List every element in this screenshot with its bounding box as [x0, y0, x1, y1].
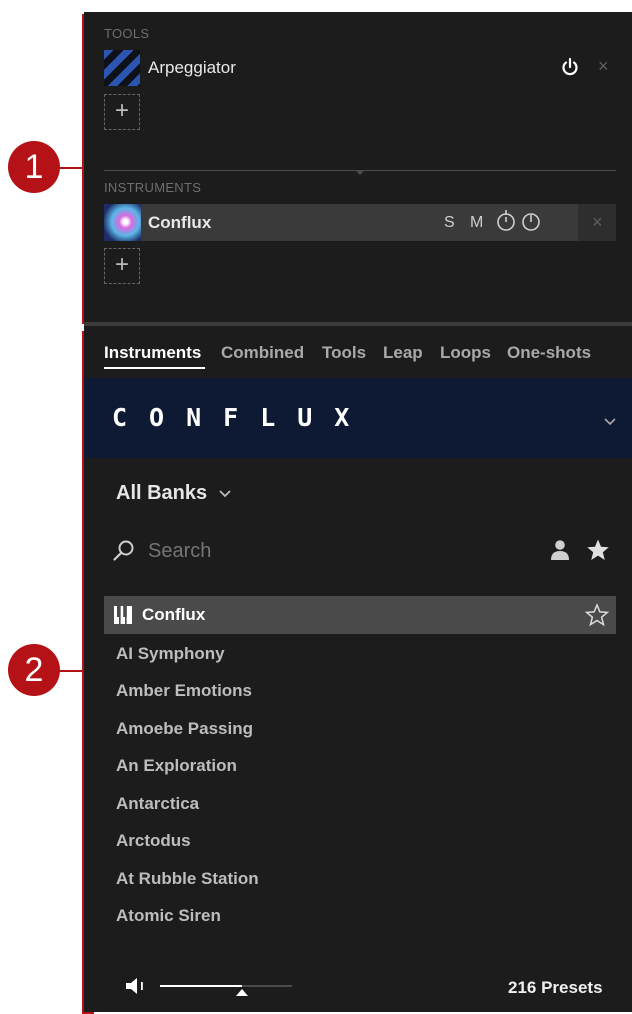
callout-2: 2: [8, 644, 60, 696]
divider-notch: [355, 170, 365, 175]
plugin-panel: TOOLS Arpeggiator × + INSTRUMENTS Conflu…: [84, 12, 632, 1012]
preset-item[interactable]: An Exploration: [116, 756, 237, 776]
volume-slider[interactable]: [160, 978, 292, 996]
power-icon[interactable]: [560, 57, 580, 77]
star-outline-icon[interactable]: [584, 603, 610, 627]
preset-item[interactable]: Amoebe Passing: [116, 719, 253, 739]
speaker-icon[interactable]: [126, 977, 150, 995]
preset-item[interactable]: Antarctica: [116, 794, 199, 814]
callout-line-1: [56, 167, 84, 169]
preset-item[interactable]: AI Symphony: [116, 644, 225, 664]
instrument-slot-name: Conflux: [148, 213, 212, 232]
user-filter-icon[interactable]: [550, 539, 570, 561]
chevron-down-icon[interactable]: [603, 414, 617, 432]
search-input[interactable]: [148, 536, 508, 566]
tab-tools[interactable]: Tools: [322, 343, 366, 363]
tab-loops[interactable]: Loops: [440, 343, 491, 363]
banner-title: CONFLUX: [112, 403, 372, 432]
mute-button[interactable]: M: [470, 214, 483, 232]
add-tool-button[interactable]: +: [104, 94, 140, 130]
preset-item[interactable]: Atomic Siren: [116, 906, 221, 926]
volume-fill: [160, 985, 242, 987]
banks-chevron-icon: [218, 486, 232, 504]
tab-active-underline: [104, 367, 205, 369]
instruments-section-label: INSTRUMENTS: [104, 180, 202, 195]
solo-button[interactable]: S: [444, 214, 455, 232]
preset-row-selected[interactable]: Conflux: [104, 596, 616, 634]
tab-leap[interactable]: Leap: [383, 343, 423, 363]
tab-combined[interactable]: Combined: [221, 343, 304, 363]
preset-item[interactable]: At Rubble Station: [116, 869, 259, 889]
instrument-close-button[interactable]: ×: [578, 204, 616, 241]
search-icon: [112, 539, 136, 563]
banks-dropdown-label: All Banks: [116, 482, 208, 504]
tools-section-label: TOOLS: [104, 26, 150, 41]
conflux-thumbnail-icon: [104, 204, 141, 241]
tab-one-shots[interactable]: One-shots: [507, 343, 591, 363]
callout-1: 1: [8, 141, 60, 193]
preset-item[interactable]: Amber Emotions: [116, 681, 252, 701]
callout-line-2: [56, 670, 84, 672]
tool-slot-arpeggiator[interactable]: Arpeggiator ×: [104, 50, 616, 86]
volume-thumb-icon[interactable]: [235, 989, 248, 996]
add-instrument-button[interactable]: +: [104, 248, 140, 284]
favorites-filter-icon[interactable]: [586, 538, 610, 562]
tool-close-button[interactable]: ×: [598, 56, 609, 77]
preset-item[interactable]: Arctodus: [116, 831, 191, 851]
preset-count: 216 Presets: [508, 978, 603, 997]
instrument-slot-conflux[interactable]: Conflux S M: [104, 204, 578, 241]
piano-keys-icon: [114, 606, 132, 624]
arpeggiator-thumbnail-icon: [104, 50, 140, 86]
banks-dropdown[interactable]: All Banks: [116, 482, 232, 506]
tool-slot-name: Arpeggiator: [148, 58, 236, 77]
tempo-sync-icon[interactable]: [495, 209, 517, 233]
selected-preset-name: Conflux: [142, 605, 206, 624]
product-banner[interactable]: CONFLUX: [84, 378, 632, 458]
panel-separator: [84, 322, 632, 326]
instrument-close-label: ×: [592, 212, 603, 232]
instrument-power-icon[interactable]: [520, 209, 542, 233]
tab-instruments[interactable]: Instruments: [104, 343, 201, 363]
